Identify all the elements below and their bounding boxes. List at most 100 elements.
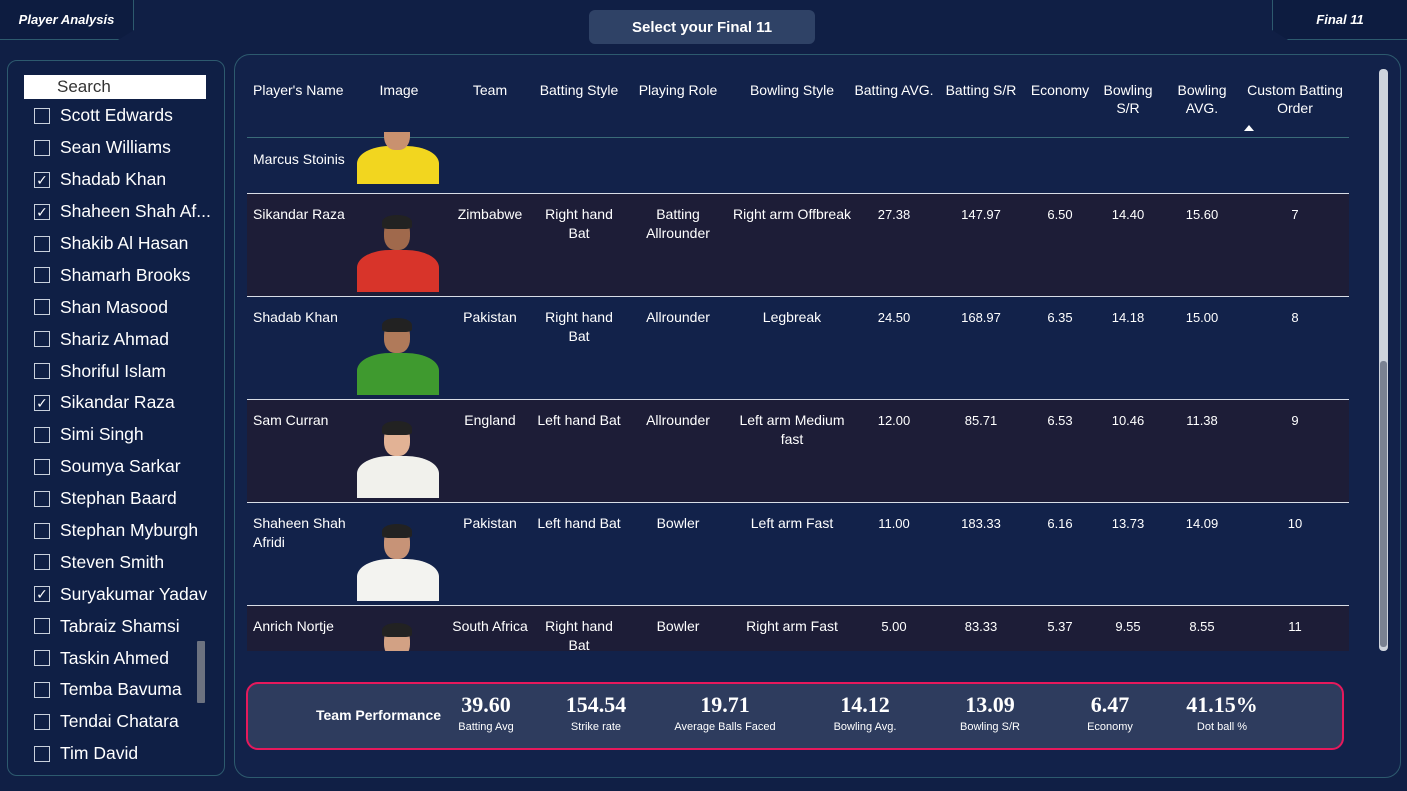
checkbox-unchecked[interactable]: [34, 490, 50, 507]
cell-batting-style: Right hand Bat: [533, 296, 625, 400]
slicer-item[interactable]: Shariz Ahmad: [34, 323, 214, 355]
cell-bowling-style: Right arm Offbreak: [731, 193, 853, 297]
tab-player-analysis[interactable]: Player Analysis: [0, 0, 134, 40]
slicer-item[interactable]: ✓ Sikandar Raza: [34, 387, 214, 419]
kpi-card: 41.15% Dot ball %: [1162, 692, 1282, 733]
slicer-item[interactable]: Temba Bavuma: [34, 674, 214, 706]
checkbox-unchecked[interactable]: [34, 331, 50, 348]
checkbox-unchecked[interactable]: [34, 522, 50, 539]
page-title-button[interactable]: Select your Final 11: [589, 10, 815, 44]
slicer-item[interactable]: Taskin Ahmed: [34, 642, 214, 674]
checkbox-unchecked[interactable]: [34, 267, 50, 284]
checkbox-unchecked[interactable]: [34, 458, 50, 475]
slicer-item[interactable]: Shamarh Brooks: [34, 259, 214, 291]
cell-economy: 6.35: [1027, 296, 1093, 400]
slicer-item[interactable]: Steven Smith: [34, 546, 214, 578]
slicer-item[interactable]: Scott Edwards: [34, 100, 214, 132]
slicer-item-label: Shamarh Brooks: [60, 264, 191, 285]
slicer-item-label: Tim David: [60, 743, 139, 764]
checkbox-unchecked[interactable]: [34, 299, 50, 316]
player-table-container: Player's Name Image Team Batting Style Playi…: [247, 65, 1349, 651]
column-header[interactable]: Image: [351, 65, 447, 138]
column-header[interactable]: Bowling S/R: [1093, 65, 1163, 138]
column-header-label: Player's Name: [253, 82, 344, 98]
column-header-label: Bowling S/R: [1103, 82, 1153, 116]
column-header-label: Batting S/R: [945, 82, 1017, 98]
hair: [382, 214, 412, 229]
slicer-item-label: Soumya Sarkar: [60, 456, 181, 477]
slicer-item[interactable]: Soumya Sarkar: [34, 451, 214, 483]
slicer-item[interactable]: Tendai Chatara: [34, 706, 214, 738]
checkbox-unchecked[interactable]: [34, 235, 50, 252]
table-row[interactable]: Marcus Stoinis: [247, 131, 1349, 194]
slicer-item[interactable]: ✓ Suryakumar Yadav: [34, 578, 214, 610]
column-header[interactable]: Batting AVG.: [853, 65, 935, 138]
column-header[interactable]: Custom Batting Order: [1241, 65, 1349, 138]
slicer-item[interactable]: Stephan Myburgh: [34, 515, 214, 547]
table-row[interactable]: Shadab Khan Pakistan Right hand Bat Allroun…: [247, 296, 1349, 400]
slicer-item[interactable]: Tabraiz Shamsi: [34, 610, 214, 642]
cell-team: South Africa: [447, 605, 533, 651]
player-table: Player's Name Image Team Batting Style Playi…: [247, 65, 1349, 651]
column-header[interactable]: Batting S/R: [935, 65, 1027, 138]
column-header-label: Playing Role: [638, 82, 718, 98]
cell-bat-sr: 183.33: [935, 502, 1027, 606]
column-header[interactable]: Batting Style: [533, 65, 625, 138]
jersey: [357, 455, 439, 498]
checkbox-unchecked[interactable]: [34, 139, 50, 156]
slicer-item-label: Stephan Baard: [60, 488, 177, 509]
checkbox-unchecked[interactable]: [34, 713, 50, 730]
table-scrollbar-thumb[interactable]: [1380, 361, 1387, 647]
table-row[interactable]: Anrich Nortje South Africa Right hand Bat B…: [247, 605, 1349, 651]
sort-ascending-icon[interactable]: [1244, 124, 1254, 131]
kpi-value: 41.15%: [1186, 692, 1258, 717]
cell-bowl-avg: 15.60: [1163, 193, 1241, 297]
slicer-item[interactable]: Shoriful Islam: [34, 355, 214, 387]
slicer-item[interactable]: Sean Williams: [34, 132, 214, 164]
column-header-label: Image: [379, 82, 419, 98]
cell-bowling-style: [731, 137, 853, 194]
cell-bowling-style: Left arm Fast: [731, 502, 853, 606]
slicer-scrollbar[interactable]: [197, 641, 205, 703]
checkbox-unchecked[interactable]: [34, 363, 50, 380]
slicer-item-label: Shaheen Shah Af...: [60, 201, 211, 222]
kpi-value: 13.09: [965, 692, 1015, 717]
cell-bat-avg: [853, 137, 935, 194]
checkbox-checked[interactable]: ✓: [34, 586, 50, 603]
checkbox-unchecked[interactable]: [34, 681, 50, 698]
column-header[interactable]: Bowling Style: [731, 65, 853, 138]
column-header[interactable]: Playing Role: [625, 65, 731, 138]
checkbox-unchecked[interactable]: [34, 107, 50, 124]
table-row[interactable]: Sikandar Raza Zimbabwe Right hand Bat Batti…: [247, 193, 1349, 297]
slicer-item[interactable]: Shakib Al Hasan: [34, 228, 214, 260]
checkbox-unchecked[interactable]: [34, 745, 50, 762]
checkbox-unchecked[interactable]: [34, 426, 50, 443]
checkbox-checked[interactable]: ✓: [34, 171, 50, 188]
checkbox-unchecked[interactable]: [34, 554, 50, 571]
column-header[interactable]: Economy: [1027, 65, 1093, 138]
slicer-item[interactable]: Shan Masood: [34, 291, 214, 323]
cell-role: Allrounder: [625, 399, 731, 503]
column-header[interactable]: Team: [447, 65, 533, 138]
column-header[interactable]: Player's Name: [247, 65, 351, 138]
table-row[interactable]: Sam Curran England Left hand Bat Allrounder…: [247, 399, 1349, 503]
column-header[interactable]: Bowling AVG.: [1163, 65, 1241, 138]
slicer-item[interactable]: ✓ Shaheen Shah Af...: [34, 196, 214, 228]
cell-batting-style: Right hand Bat: [533, 605, 625, 651]
cell-bat-sr: 83.33: [935, 605, 1027, 651]
checkbox-checked[interactable]: ✓: [34, 394, 50, 411]
slicer-item[interactable]: Tim David: [34, 738, 214, 770]
checkbox-unchecked[interactable]: [34, 650, 50, 667]
search-input[interactable]: Search: [24, 75, 206, 99]
column-header-label: Team: [472, 82, 508, 98]
checkbox-checked[interactable]: ✓: [34, 203, 50, 220]
table-row[interactable]: Shaheen Shah Afridi Pakistan Left hand Bat…: [247, 502, 1349, 606]
kpi-label: Dot ball %: [1196, 721, 1248, 733]
slicer-item[interactable]: Stephan Baard: [34, 483, 214, 515]
cell-batting-style: [533, 137, 625, 194]
slicer-item[interactable]: ✓ Shadab Khan: [34, 164, 214, 196]
checkbox-unchecked[interactable]: [34, 618, 50, 635]
cell-economy: 6.16: [1027, 502, 1093, 606]
tab-final-11[interactable]: Final 11: [1272, 0, 1407, 40]
slicer-item[interactable]: Simi Singh: [34, 419, 214, 451]
